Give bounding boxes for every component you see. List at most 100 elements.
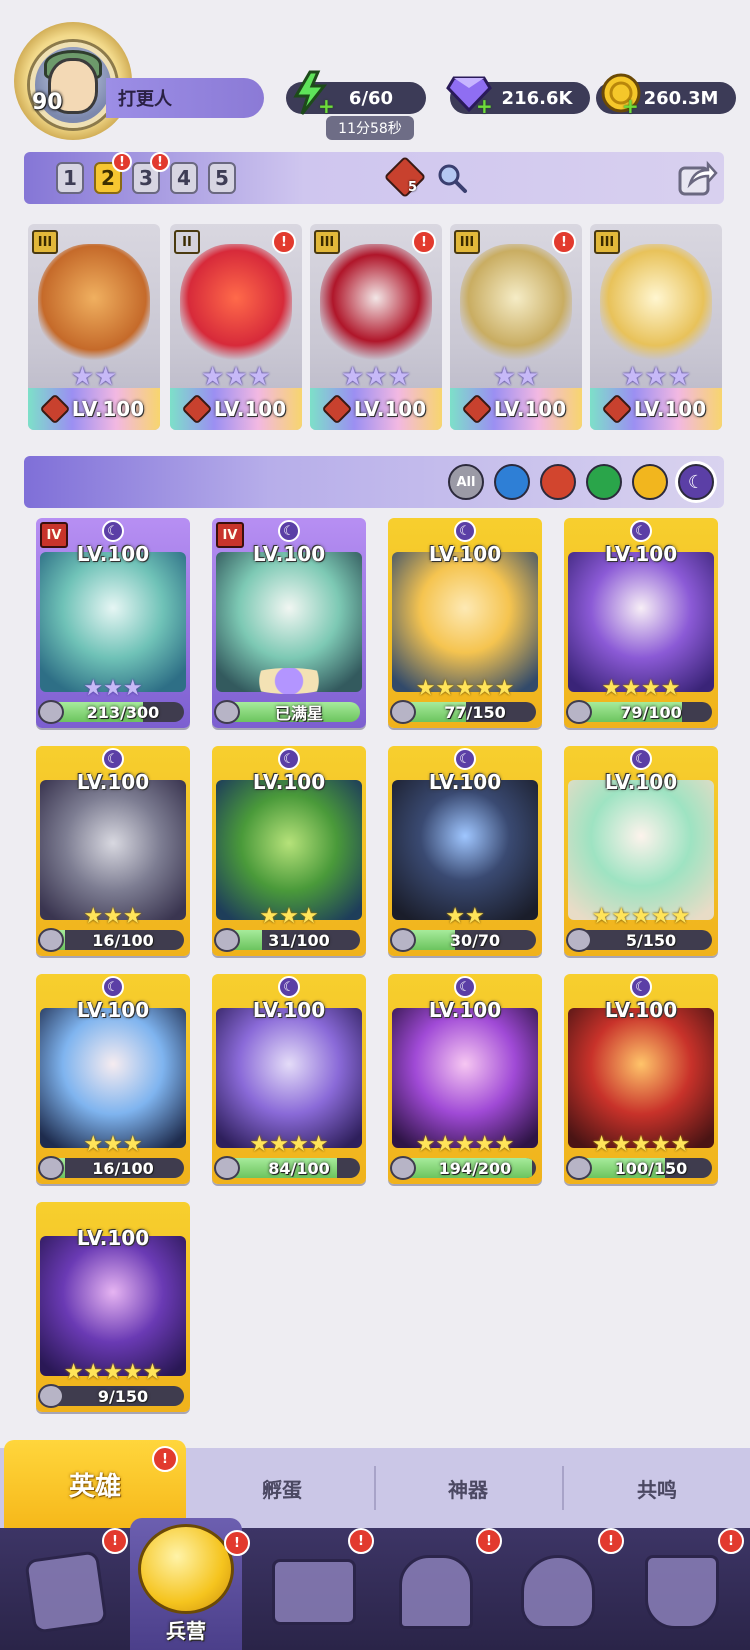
- hero-card[interactable]: ☾ LV.100 ★★★ 31/100: [212, 746, 366, 956]
- nav-guild[interactable]: [506, 1540, 610, 1644]
- filter-light-icon[interactable]: [632, 464, 668, 500]
- star-rating: ★★★★: [601, 676, 681, 701]
- shard-icon: [38, 700, 64, 724]
- hero-level: LV.100: [76, 1226, 150, 1250]
- shard-progress-text: 30/70: [449, 930, 501, 950]
- hero-card[interactable]: ☾ LV.100 ★★★★ 79/100: [564, 518, 718, 728]
- level-strip: LV.100: [450, 388, 582, 430]
- shard-icon: [214, 700, 240, 724]
- hero-portrait: [180, 244, 292, 364]
- hero-portrait: [600, 244, 712, 364]
- star-rating: ★★★★★: [591, 1132, 691, 1157]
- search-icon[interactable]: [436, 162, 468, 194]
- energy-value: 6/60: [348, 87, 394, 109]
- shard-progress-text: 9/150: [97, 1386, 149, 1406]
- hero-card[interactable]: ☾ LV.100 ★★★ 16/100: [36, 746, 190, 956]
- rank-badge: II: [174, 230, 200, 254]
- filter-dark-icon[interactable]: ☾: [678, 464, 714, 500]
- team-slot-5[interactable]: III ★★★ LV.100: [590, 224, 722, 430]
- nav-shop[interactable]: [630, 1540, 734, 1644]
- barracks-icon: [138, 1524, 234, 1614]
- nav-barracks-label: 兵营: [166, 1619, 206, 1643]
- hero-card[interactable]: ☾ LV.100 ★★★★★ 77/150: [388, 518, 542, 728]
- hero-portrait: [320, 244, 432, 364]
- hero-card[interactable]: ☾ LV.100 ★★★★ 84/100: [212, 974, 366, 1184]
- fire-element-icon: [181, 393, 213, 425]
- team-tab-4[interactable]: 4: [170, 162, 198, 194]
- shard-icon: [566, 928, 592, 952]
- hero-card[interactable]: ☾ LV.100 ★★★★★ 100/150: [564, 974, 718, 1184]
- star-rating: ★★★★★: [415, 676, 515, 701]
- team-slot-1[interactable]: III ★★ LV.100: [28, 224, 160, 430]
- guild-icon: [521, 1555, 595, 1629]
- player-name[interactable]: 打更人: [106, 78, 264, 118]
- shard-progress-text: 31/100: [268, 930, 330, 950]
- hero-portrait: [40, 1008, 186, 1148]
- shard-progress-text: 84/100: [268, 1158, 330, 1178]
- hero-card[interactable]: ☾ LV.100 ★★★ 16/100: [36, 974, 190, 1184]
- rank-badge: III: [454, 230, 480, 254]
- nav-shrine[interactable]: [384, 1540, 488, 1644]
- hero-level: LV.100: [604, 542, 678, 566]
- shard-progress-text: 79/100: [620, 702, 682, 722]
- energy-timer: 11分58秒: [326, 116, 414, 140]
- tab-hatch[interactable]: 孵蛋: [190, 1448, 374, 1528]
- team-slot-3[interactable]: III ! ★★★ LV.100: [310, 224, 442, 430]
- filter-fire-icon[interactable]: [540, 464, 576, 500]
- star-rating: ★★★: [83, 904, 143, 929]
- hero-card[interactable]: ☾ LV.100 ★★ 30/70: [388, 746, 542, 956]
- shard-icon: [566, 700, 592, 724]
- shard-icon: [214, 928, 240, 952]
- player-level: 90: [32, 90, 63, 115]
- nav-shop-alert: !: [718, 1528, 744, 1554]
- team-tab-1[interactable]: 1: [56, 162, 84, 194]
- nav-cards[interactable]: [14, 1540, 118, 1644]
- share-icon[interactable]: [676, 156, 718, 198]
- team-3-alert: !: [150, 152, 170, 172]
- energy-plus-icon[interactable]: +: [318, 94, 335, 118]
- star-rating: ★★★: [341, 362, 411, 392]
- hero-card[interactable]: LV.100 ★★★★★ 9/150: [36, 1202, 190, 1412]
- gold-plus-icon[interactable]: +: [622, 94, 639, 118]
- filter-all-button[interactable]: All: [448, 464, 484, 500]
- alert-badge: !: [552, 230, 576, 254]
- dark-element-icon: ☾: [630, 520, 652, 542]
- gem-plus-icon[interactable]: +: [476, 94, 493, 118]
- filter-water-icon[interactable]: [494, 464, 530, 500]
- nav-cards-alert: !: [102, 1528, 128, 1554]
- fire-element-icon: [461, 393, 493, 425]
- fire-count: 5: [408, 180, 418, 195]
- hero-card[interactable]: ☾ LV.100 ★★★★★ 194/200: [388, 974, 542, 1184]
- hero-level: LV.100: [76, 542, 150, 566]
- filter-wind-icon[interactable]: [586, 464, 622, 500]
- shard-progress-text: 5/150: [625, 930, 677, 950]
- shard-icon: [38, 1156, 64, 1180]
- shard-progress-text: 77/150: [444, 702, 506, 722]
- team-slot-2[interactable]: II ! ★★★ LV.100: [170, 224, 302, 430]
- shard-icon: [390, 700, 416, 724]
- team-slot-4[interactable]: III ! ★★ LV.100: [450, 224, 582, 430]
- shard-progress-text: 100/150: [614, 1158, 688, 1178]
- shard-icon: [390, 1156, 416, 1180]
- nav-codex[interactable]: [262, 1540, 366, 1644]
- hero-card[interactable]: IV ☾ LV.100 已满星: [212, 518, 366, 728]
- tab-artifacts[interactable]: 神器: [376, 1448, 560, 1528]
- hero-card[interactable]: IV ☾ LV.100 ★★★ 213/300: [36, 518, 190, 728]
- dark-element-icon: ☾: [278, 748, 300, 770]
- tab-heroes-alert: !: [152, 1446, 178, 1472]
- fire-element-icon: [321, 393, 353, 425]
- rank-badge: III: [32, 230, 58, 254]
- star-rating: ★★★: [621, 362, 691, 392]
- dark-element-icon: ☾: [102, 976, 124, 998]
- tab-resonance[interactable]: 共鸣: [564, 1448, 750, 1528]
- team-tab-5[interactable]: 5: [208, 162, 236, 194]
- star-rating: ★★★: [259, 904, 319, 929]
- hero-card[interactable]: ☾ LV.100 ★★★★★ 5/150: [564, 746, 718, 956]
- hero-level: LV.100: [353, 397, 427, 421]
- level-strip: LV.100: [590, 388, 722, 430]
- level-strip: LV.100: [310, 388, 442, 430]
- star-rating: ★★★: [83, 1132, 143, 1157]
- hero-level: LV.100: [633, 397, 707, 421]
- star-rating: ★★★★: [249, 1132, 329, 1157]
- dark-element-icon: ☾: [278, 976, 300, 998]
